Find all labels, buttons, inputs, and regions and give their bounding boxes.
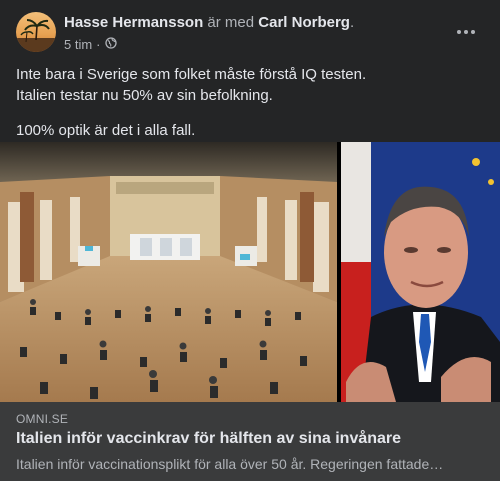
portrait-photo[interactable]	[341, 142, 500, 402]
post-meta: 5 tim ·	[64, 37, 117, 52]
globe-icon[interactable]	[104, 37, 117, 52]
hall-photo[interactable]	[0, 142, 337, 402]
post-text-line: Inte bara i Sverige som folket måste för…	[16, 66, 367, 83]
post-text-line: Italien testar nu 50% av sin befolkning.	[16, 87, 273, 104]
link-domain: OMNI.SE	[16, 412, 69, 426]
punctuation: .	[349, 14, 355, 31]
link-preview-images[interactable]	[0, 142, 500, 402]
post-header: Hasse Hermansson är med Carl Norberg. 5 …	[0, 0, 500, 60]
link-preview[interactable]: OMNI.SE Italien inför vaccinkrav för häl…	[0, 402, 500, 481]
author-name[interactable]: Hasse Hermansson	[64, 14, 203, 31]
tagged-name[interactable]: Carl Norberg	[258, 14, 350, 31]
post-timestamp[interactable]: 5 tim	[64, 37, 92, 52]
avatar[interactable]	[16, 12, 56, 52]
with-text: är med	[207, 14, 255, 31]
more-horizontal-icon[interactable]	[452, 18, 480, 46]
post-text: Inte bara i Sverige som folket måste för…	[16, 64, 486, 141]
link-title[interactable]: Italien inför vaccinkrav för hälften av …	[16, 430, 486, 448]
link-description: Italien inför vaccinationsplikt för alla…	[16, 456, 444, 472]
post-text-line: 100% optik är det i alla fall.	[16, 122, 196, 139]
meta-separator: ·	[96, 37, 101, 52]
post-author-line: Hasse Hermansson är med Carl Norberg.	[64, 14, 354, 31]
